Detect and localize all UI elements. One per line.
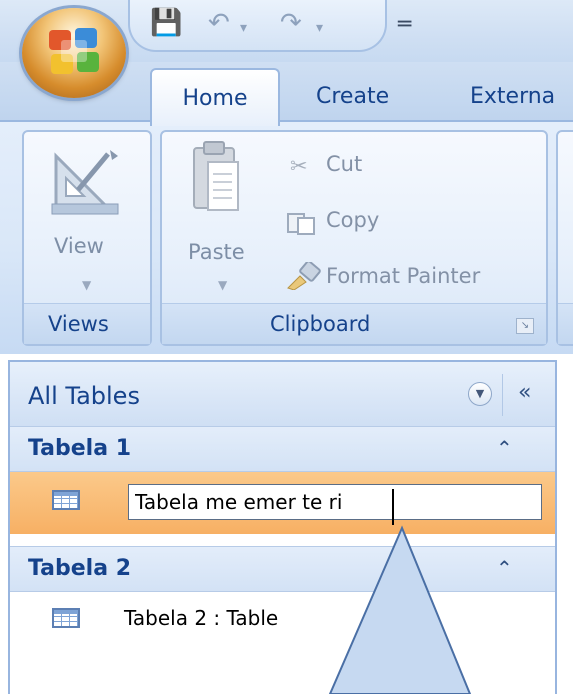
- shutter-bar-collapse-icon[interactable]: «: [518, 380, 531, 405]
- cut-button[interactable]: Cut: [326, 152, 362, 176]
- rename-table-input[interactable]: [128, 484, 542, 520]
- copy-icon: [287, 213, 315, 235]
- table-item-label: Tabela 2 : Table: [124, 606, 279, 630]
- tab-home-label: Home: [182, 86, 248, 111]
- views-group-label: Views: [48, 312, 109, 336]
- quick-access-toolbar: 💾 ↶ ▾ ↷ ▾: [128, 0, 387, 52]
- copy-button[interactable]: Copy: [326, 208, 379, 232]
- table-icon: [52, 608, 80, 628]
- office-logo-icon: [49, 28, 99, 74]
- group-title: Tabela 2: [28, 556, 132, 581]
- paste-button-label[interactable]: Paste: [188, 240, 245, 264]
- design-view-icon: [51, 150, 119, 215]
- collapse-group-icon[interactable]: ⌃: [496, 436, 513, 460]
- dialog-launcher-icon[interactable]: ↘: [516, 318, 534, 334]
- redo-dropdown-icon[interactable]: ▾: [316, 20, 323, 36]
- nav-pane-header[interactable]: All Tables ▼ «: [10, 362, 555, 427]
- undo-dropdown-icon[interactable]: ▾: [240, 20, 247, 36]
- office-button[interactable]: [22, 8, 126, 98]
- nav-menu-dropdown-icon[interactable]: ▼: [468, 382, 492, 406]
- list-item-selected[interactable]: [10, 472, 555, 534]
- paste-dropdown-icon[interactable]: ▼: [218, 278, 227, 292]
- list-item[interactable]: Tabela 2 : Table: [10, 592, 555, 648]
- clipboard-group: Paste ▼ ✂ Cut Copy Format Painter Clipbo…: [160, 130, 548, 346]
- format-painter-button[interactable]: Format Painter: [326, 264, 480, 288]
- text-caret: [392, 489, 394, 525]
- tab-external-data[interactable]: Externa: [470, 84, 555, 109]
- view-button-label[interactable]: View: [54, 234, 104, 258]
- view-dropdown-icon[interactable]: ▼: [82, 278, 91, 292]
- next-group-partial: [556, 130, 573, 346]
- collapse-group-icon[interactable]: ⌃: [496, 556, 513, 580]
- format-painter-icon: [287, 262, 321, 290]
- group-header-tabela-2[interactable]: Tabela 2 ⌃: [10, 546, 555, 592]
- clipboard-group-label: Clipboard: [270, 312, 371, 336]
- nav-pane-title: All Tables: [28, 382, 140, 410]
- table-icon: [52, 490, 80, 510]
- save-icon[interactable]: 💾: [150, 8, 182, 38]
- group-title: Tabela 1: [28, 436, 132, 461]
- group-header-tabela-1[interactable]: Tabela 1 ⌃: [10, 426, 555, 472]
- cut-icon: ✂: [290, 154, 308, 178]
- tab-create[interactable]: Create: [316, 84, 389, 109]
- tab-home[interactable]: Home: [150, 68, 280, 126]
- paste-icon: [193, 141, 239, 211]
- redo-icon[interactable]: ↷: [280, 8, 302, 38]
- views-group: View ▼ Views: [22, 130, 152, 346]
- customize-qat-icon[interactable]: ═: [398, 12, 411, 37]
- undo-icon[interactable]: ↶: [208, 8, 230, 38]
- navigation-pane: All Tables ▼ « Tabela 1 ⌃ Tabela 2 ⌃ Tab…: [8, 360, 557, 694]
